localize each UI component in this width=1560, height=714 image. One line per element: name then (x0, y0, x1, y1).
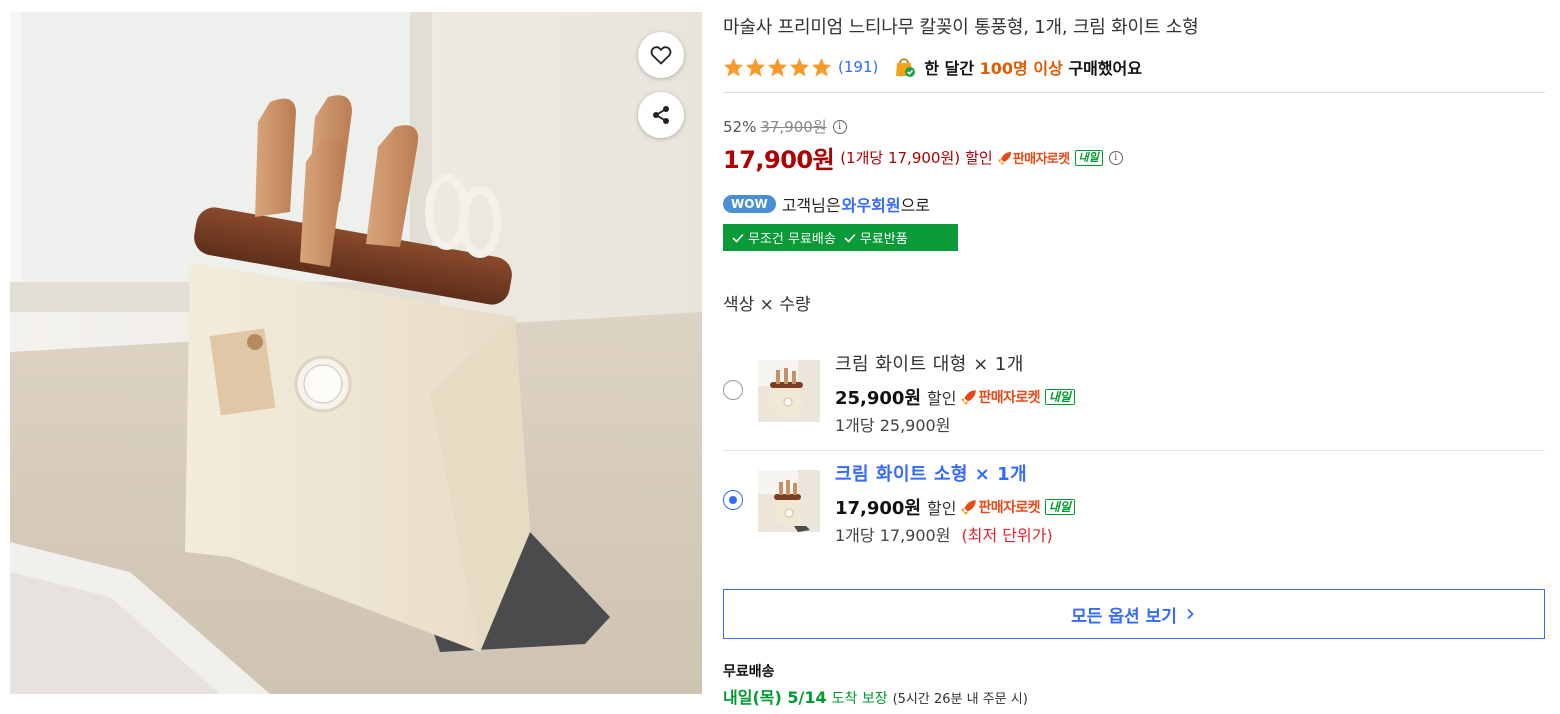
seller-rocket-badge: 판매자로켓 (960, 387, 1040, 407)
delivery-date-row: 내일(목) 5/14 도착 보장 (5시간 26분 내 주문 시) (723, 684, 1028, 708)
star-icon (811, 57, 832, 77)
tomorrow-badge: 내일 (1074, 149, 1103, 166)
option-thumbnail (758, 360, 820, 422)
product-photo (10, 12, 702, 694)
per-unit-price: (1개당 17,900원) (840, 149, 961, 167)
wow-member-row: WOW 고객님은 와우회원 으로 (723, 192, 930, 216)
wow-member-link[interactable]: 와우회원 (842, 192, 901, 216)
benefit-free-shipping: 무조건 무료배송 (748, 232, 836, 247)
option-price: 25,900원 (835, 388, 922, 409)
star-icon (745, 57, 766, 77)
option-unit-price: 1개당 17,900원 (최저 단위가) (835, 522, 1053, 546)
star-rating[interactable] (723, 57, 832, 77)
discount-label: 할인 (965, 149, 993, 167)
rocket-icon (961, 390, 977, 405)
purchase-prefix: 한 달간 (924, 59, 975, 78)
heart-icon (650, 46, 672, 65)
star-icon (789, 57, 810, 77)
option-radio[interactable] (723, 380, 743, 400)
option-unit-price: 1개당 25,900원 (835, 412, 950, 436)
option-name: 크림 화이트 대형 × 1개 (835, 354, 1024, 375)
option-radio-checked[interactable] (723, 490, 743, 510)
wishlist-button[interactable] (638, 32, 684, 78)
product-info-panel: 마술사 프리미엄 느티나무 칼꽂이 통풍형, 1개, 크림 화이트 소형 (19… (723, 0, 1545, 714)
shipping-label: 무료배송 (723, 664, 775, 680)
option-price-row: 17,900원 할인 판매자로켓 내일 (835, 494, 1075, 520)
tomorrow-badge: 내일 (1044, 389, 1075, 405)
share-icon (653, 106, 669, 124)
rocket-label: 판매자로켓 (978, 390, 1040, 406)
rating-row: (191) 한 달간 100명 이상 구매했어요 (723, 55, 1142, 79)
purchase-highlight: 100명 이상 (979, 59, 1063, 78)
view-all-options-label: 모든 옵션 보기 (1071, 606, 1177, 627)
review-count-link[interactable]: (191) (838, 58, 878, 76)
rocket-icon (961, 500, 977, 515)
info-icon[interactable]: i (832, 119, 847, 134)
product-image[interactable] (10, 12, 702, 694)
option-divider (723, 450, 1545, 451)
seller-rocket-badge: 판매자로켓 (997, 148, 1070, 167)
rocket-label: 판매자로켓 (1012, 152, 1070, 167)
option-thumbnail (758, 470, 820, 532)
purchase-count-text: 한 달간 100명 이상 구매했어요 (924, 55, 1142, 79)
option-item-selected[interactable]: 크림 화이트 소형 × 1개 17,900원 할인 판매자로켓 내일 1개당 1… (723, 460, 1545, 560)
option-heading: 색상 × 수량 (723, 295, 811, 315)
wow-text-before: 고객님은 (781, 196, 841, 215)
order-cutoff-time: (5시간 26분 내 주문 시) (892, 692, 1028, 707)
rocket-label: 판매자로켓 (978, 500, 1040, 516)
option-name: 크림 화이트 소형 × 1개 (835, 464, 1028, 485)
option-discount-label: 할인 (927, 499, 957, 518)
product-title: 마술사 프리미엄 느티나무 칼꽂이 통풍형, 1개, 크림 화이트 소형 (723, 17, 1199, 38)
chevron-right-icon (1187, 608, 1194, 620)
delivery-date: 내일(목) 5/14 (723, 688, 827, 707)
shopping-bag-check-icon (896, 58, 916, 77)
star-icon (723, 57, 744, 77)
benefit-free-return: 무료반품 (859, 232, 908, 247)
share-button[interactable] (638, 92, 684, 138)
delivery-guarantee: 도착 보장 (831, 691, 888, 707)
lowest-unit-price-note: (최저 단위가) (961, 526, 1053, 545)
wow-text-after: 으로 (900, 196, 931, 215)
discount-rate: 52% (723, 117, 757, 136)
wow-badge: WOW (723, 195, 776, 213)
option-unit-price-value: 1개당 25,900원 (835, 416, 951, 435)
purchase-suffix: 구매했어요 (1068, 59, 1142, 78)
seller-rocket-badge: 판매자로켓 (960, 497, 1040, 517)
original-price-row: 52% 37,900원 i (723, 116, 847, 137)
option-discount-label: 할인 (927, 389, 957, 408)
option-price-row: 25,900원 할인 판매자로켓 내일 (835, 384, 1075, 410)
check-icon (844, 233, 856, 243)
star-icon (767, 57, 788, 77)
option-price: 17,900원 (835, 498, 922, 519)
option-item[interactable]: 크림 화이트 대형 × 1개 25,900원 할인 판매자로켓 내일 1개당 2… (723, 350, 1545, 450)
sale-price: 17,900원 (723, 146, 835, 174)
divider (723, 92, 1545, 93)
tomorrow-badge: 내일 (1044, 499, 1075, 515)
free-shipping-badge: 무조건 무료배송 무료반품 (723, 224, 958, 251)
info-icon[interactable]: i (1108, 150, 1123, 165)
rocket-icon (997, 151, 1011, 165)
view-all-options-button[interactable]: 모든 옵션 보기 (723, 589, 1545, 639)
original-price: 37,900원 (760, 118, 827, 136)
sale-price-row: 17,900원 (1개당 17,900원) 할인 판매자로켓 내일 i (723, 140, 1123, 175)
option-unit-price-value: 1개당 17,900원 (835, 526, 951, 545)
check-icon (732, 233, 744, 243)
